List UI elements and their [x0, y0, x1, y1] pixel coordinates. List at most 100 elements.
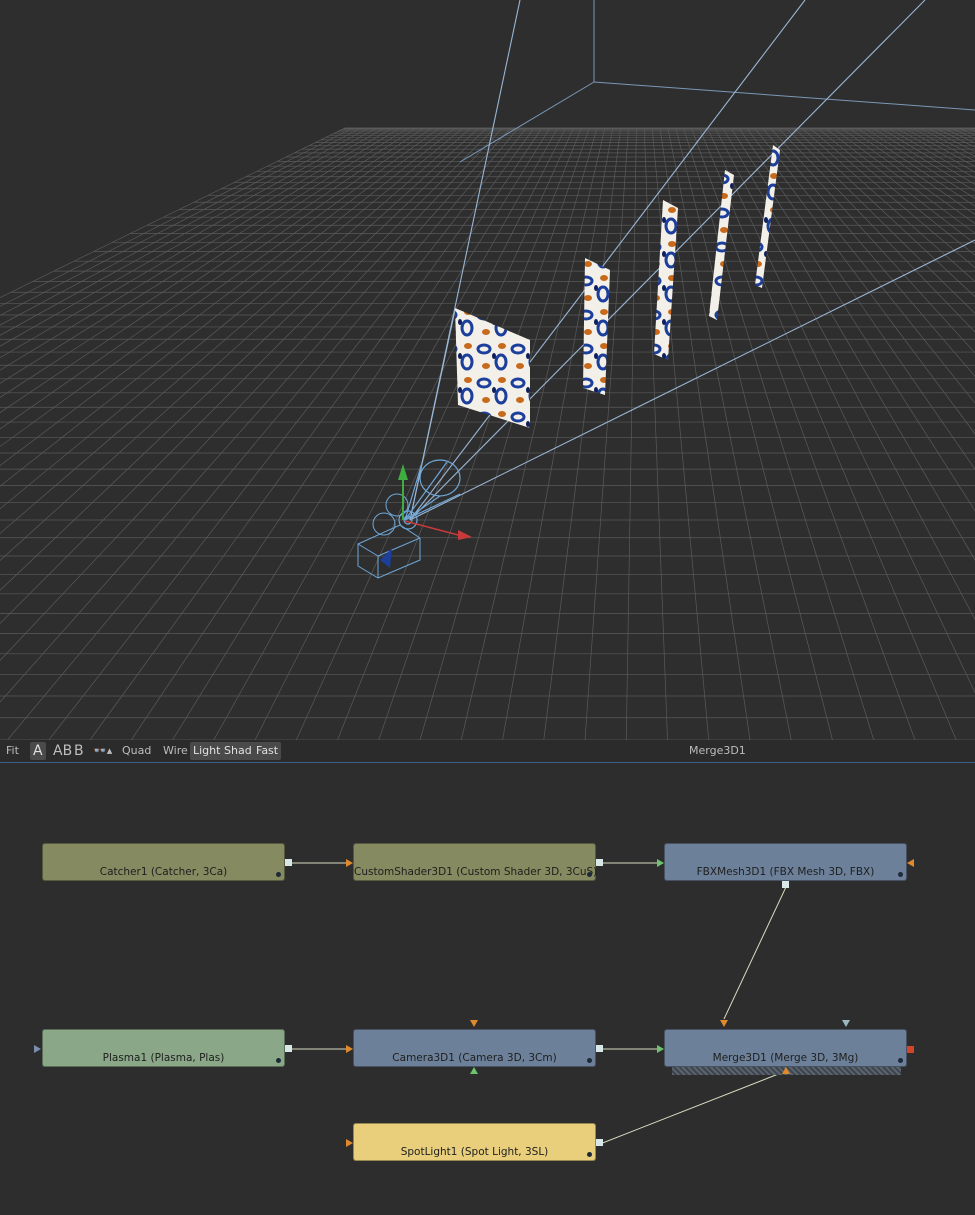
viewport-toolbar: Fit A AB B 👓▴ Quad Wire Light Shad Fast … [0, 740, 975, 763]
node-dot [587, 1152, 592, 1157]
fast-button[interactable]: Fast [253, 742, 282, 760]
merge-output-port[interactable] [907, 1046, 914, 1053]
grid-line [896, 127, 975, 173]
grid-line [7, 127, 519, 740]
glasses-icon[interactable]: 👓▴ [90, 742, 115, 760]
node-dot [898, 1058, 903, 1063]
node-dot [898, 872, 903, 877]
input-port[interactable] [907, 859, 914, 867]
grid-line [919, 127, 975, 157]
grid-line [825, 127, 975, 245]
grid-line [130, 127, 543, 740]
node-catcher[interactable]: Catcher1 (Catcher, 3Ca) [42, 843, 285, 881]
grid-line [935, 127, 975, 148]
grid-line [0, 127, 401, 371]
grid-line [951, 127, 975, 140]
node-merge[interactable]: Merge3D1 (Merge 3D, 3Mg) [664, 1029, 907, 1067]
output-port[interactable] [285, 1045, 292, 1052]
node-spotlight[interactable]: SpotLight1 (Spot Light, 3SL) [353, 1123, 596, 1161]
grid-line [0, 127, 511, 703]
input-port[interactable] [782, 1067, 790, 1074]
grid-line [848, 127, 975, 215]
node-dot [276, 1058, 281, 1063]
grid-line [419, 127, 598, 740]
node-label: FBXMesh3D1 (FBX Mesh 3D, FBX) [696, 866, 875, 878]
3d-viewport[interactable] [0, 0, 975, 740]
viewport-scene [0, 0, 975, 740]
grid-line [0, 127, 495, 625]
grid-line [0, 127, 456, 487]
input-port[interactable] [842, 1020, 850, 1027]
grid-line [754, 127, 975, 404]
node-flow-editor[interactable]: Catcher1 (Catcher, 3Ca) CustomShader3D1 … [0, 763, 975, 1215]
grid-line [295, 127, 574, 740]
grid-line [793, 127, 975, 298]
view-b-button[interactable]: B [71, 742, 87, 760]
grid-line [785, 127, 975, 314]
grid-line [903, 127, 975, 167]
grid-line [89, 127, 535, 740]
grid-line [722, 127, 975, 561]
output-port[interactable] [596, 1139, 603, 1146]
grid-line [0, 127, 417, 398]
grid-line [0, 127, 464, 510]
grid-line [0, 127, 503, 662]
grid-line [0, 127, 480, 561]
grid-line [0, 127, 432, 430]
grid-line [683, 127, 875, 740]
wire-button[interactable]: Wire [160, 742, 191, 760]
grid-line [966, 127, 975, 132]
quad-button[interactable]: Quad [119, 742, 154, 760]
grid-line [0, 127, 487, 591]
grid-line [543, 127, 621, 740]
grid-line [0, 127, 424, 414]
grid-line [840, 127, 975, 224]
grid-line [0, 127, 385, 347]
grid-line [0, 127, 448, 466]
grid-line [584, 127, 629, 740]
node-dot [276, 872, 281, 877]
node-label: SpotLight1 (Spot Light, 3SL) [400, 1146, 549, 1158]
output-port[interactable] [782, 881, 789, 888]
node-label: CustomShader3D1 (Custom Shader 3D, 3CuS) [354, 866, 598, 878]
node-label: Plasma1 (Plasma, Plas) [102, 1052, 225, 1064]
grid-line [625, 127, 637, 740]
input-port[interactable] [34, 1045, 41, 1053]
node-label: Catcher1 (Catcher, 3Ca) [99, 866, 228, 878]
grid-line [675, 127, 833, 740]
grid-line [746, 127, 975, 435]
node-plasma[interactable]: Plasma1 (Plasma, Plas) [42, 1029, 285, 1067]
node-label: Merge3D1 (Merge 3D, 3Mg) [712, 1052, 859, 1064]
node-customshader[interactable]: CustomShader3D1 (Custom Shader 3D, 3CuS) [353, 843, 598, 881]
input-port[interactable] [720, 1020, 728, 1027]
grid-line [172, 127, 551, 740]
node-label: Camera3D1 (Camera 3D, 3Cm) [392, 1052, 557, 1064]
view-a-button[interactable]: A [30, 742, 46, 760]
grid-line [0, 127, 346, 298]
grid-line [0, 127, 409, 384]
output-port[interactable] [285, 859, 292, 866]
grid-line [337, 127, 582, 740]
grid-line [0, 127, 377, 336]
node-camera[interactable]: Camera3D1 (Camera 3D, 3Cm) [353, 1029, 596, 1067]
grid-line [0, 127, 361, 316]
output-port[interactable] [596, 859, 603, 866]
grid-line [213, 127, 558, 740]
node-fbxmesh[interactable]: FBXMesh3D1 (FBX Mesh 3D, FBX) [664, 843, 907, 881]
input-port[interactable] [346, 1139, 353, 1147]
grid-line [762, 127, 975, 377]
light-button[interactable]: Light [190, 742, 224, 760]
output-port[interactable] [596, 1045, 603, 1052]
grid-line [651, 127, 710, 740]
input-port[interactable] [470, 1020, 478, 1027]
grid-line [927, 127, 975, 153]
grid-line [872, 127, 975, 192]
grid-line [959, 127, 975, 136]
fit-button[interactable]: Fit [3, 742, 22, 760]
viewer-title: Merge3D1 [689, 744, 746, 757]
input-port[interactable] [470, 1067, 478, 1074]
shad-button[interactable]: Shad [221, 742, 255, 760]
grid-line [667, 127, 792, 740]
grid-line [0, 127, 393, 359]
node-dot [587, 1058, 592, 1063]
